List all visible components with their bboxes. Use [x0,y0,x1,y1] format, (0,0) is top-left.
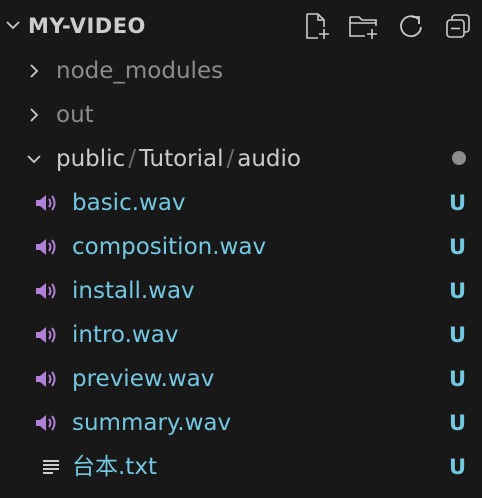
tree-item-label: node_modules [56,58,224,84]
git-status-badge: U [448,323,466,347]
new-folder-icon[interactable] [348,10,380,42]
chevron-right-icon[interactable] [23,104,45,126]
tree-item-file[interactable]: intro.wav U [0,313,482,357]
chevron-down-icon[interactable] [2,14,24,36]
audio-file-icon [36,371,56,387]
tree-item-file[interactable]: composition.wav U [0,225,482,269]
audio-file-icon [36,283,56,299]
git-status-badge: U [448,191,466,215]
tree-item-file[interactable]: basic.wav U [0,181,482,225]
git-status-badge: U [448,367,466,391]
collapse-all-icon[interactable] [442,10,474,42]
audio-file-icon [36,195,56,211]
chevron-right-icon[interactable] [23,60,45,82]
header-actions [301,10,474,42]
audio-file-icon [36,415,56,431]
path-segment-tutorial[interactable]: Tutorial [139,146,224,172]
git-status-badge: U [448,279,466,303]
path-segment-audio[interactable]: audio [237,146,301,172]
file-label: composition.wav [72,234,267,260]
file-label: 台本.txt [72,454,157,480]
explorer-header[interactable]: MY-VIDEO [0,4,482,48]
path-separator: / [226,146,235,172]
git-status-badge: U [448,411,466,435]
audio-file-icon [36,327,56,343]
file-label: basic.wav [72,190,186,216]
tree-item-file[interactable]: preview.wav U [0,357,482,401]
file-label: summary.wav [72,410,232,436]
file-label: install.wav [72,278,195,304]
new-file-icon[interactable] [301,10,333,42]
audio-file-icon [36,239,56,255]
text-file-icon [43,460,59,474]
git-status-badge: U [448,455,466,479]
git-status-badge: U [448,235,466,259]
tree-item-file[interactable]: summary.wav U [0,401,482,445]
tree-item-file[interactable]: 台本.txt U [0,445,482,489]
path-separator: / [128,146,136,172]
workspace-title: MY-VIDEO [28,14,146,38]
tree-item-file[interactable]: install.wav U [0,269,482,313]
tree-item-label: out [56,102,94,128]
chevron-down-icon[interactable] [23,148,45,170]
path-segment-public[interactable]: public [56,146,125,172]
file-label: preview.wav [72,366,215,392]
modified-dot-indicator [452,151,466,165]
explorer-panel: MY-VIDEO node_modules out public / Tutor… [0,0,482,498]
tree-item-node-modules[interactable]: node_modules [0,49,482,93]
refresh-icon[interactable] [395,10,427,42]
file-label: intro.wav [72,322,179,348]
tree-item-public-tutorial-audio[interactable]: public / Tutorial / audio [0,137,482,181]
tree-item-out[interactable]: out [0,93,482,137]
compact-folder-path: public / Tutorial / audio [56,145,301,173]
